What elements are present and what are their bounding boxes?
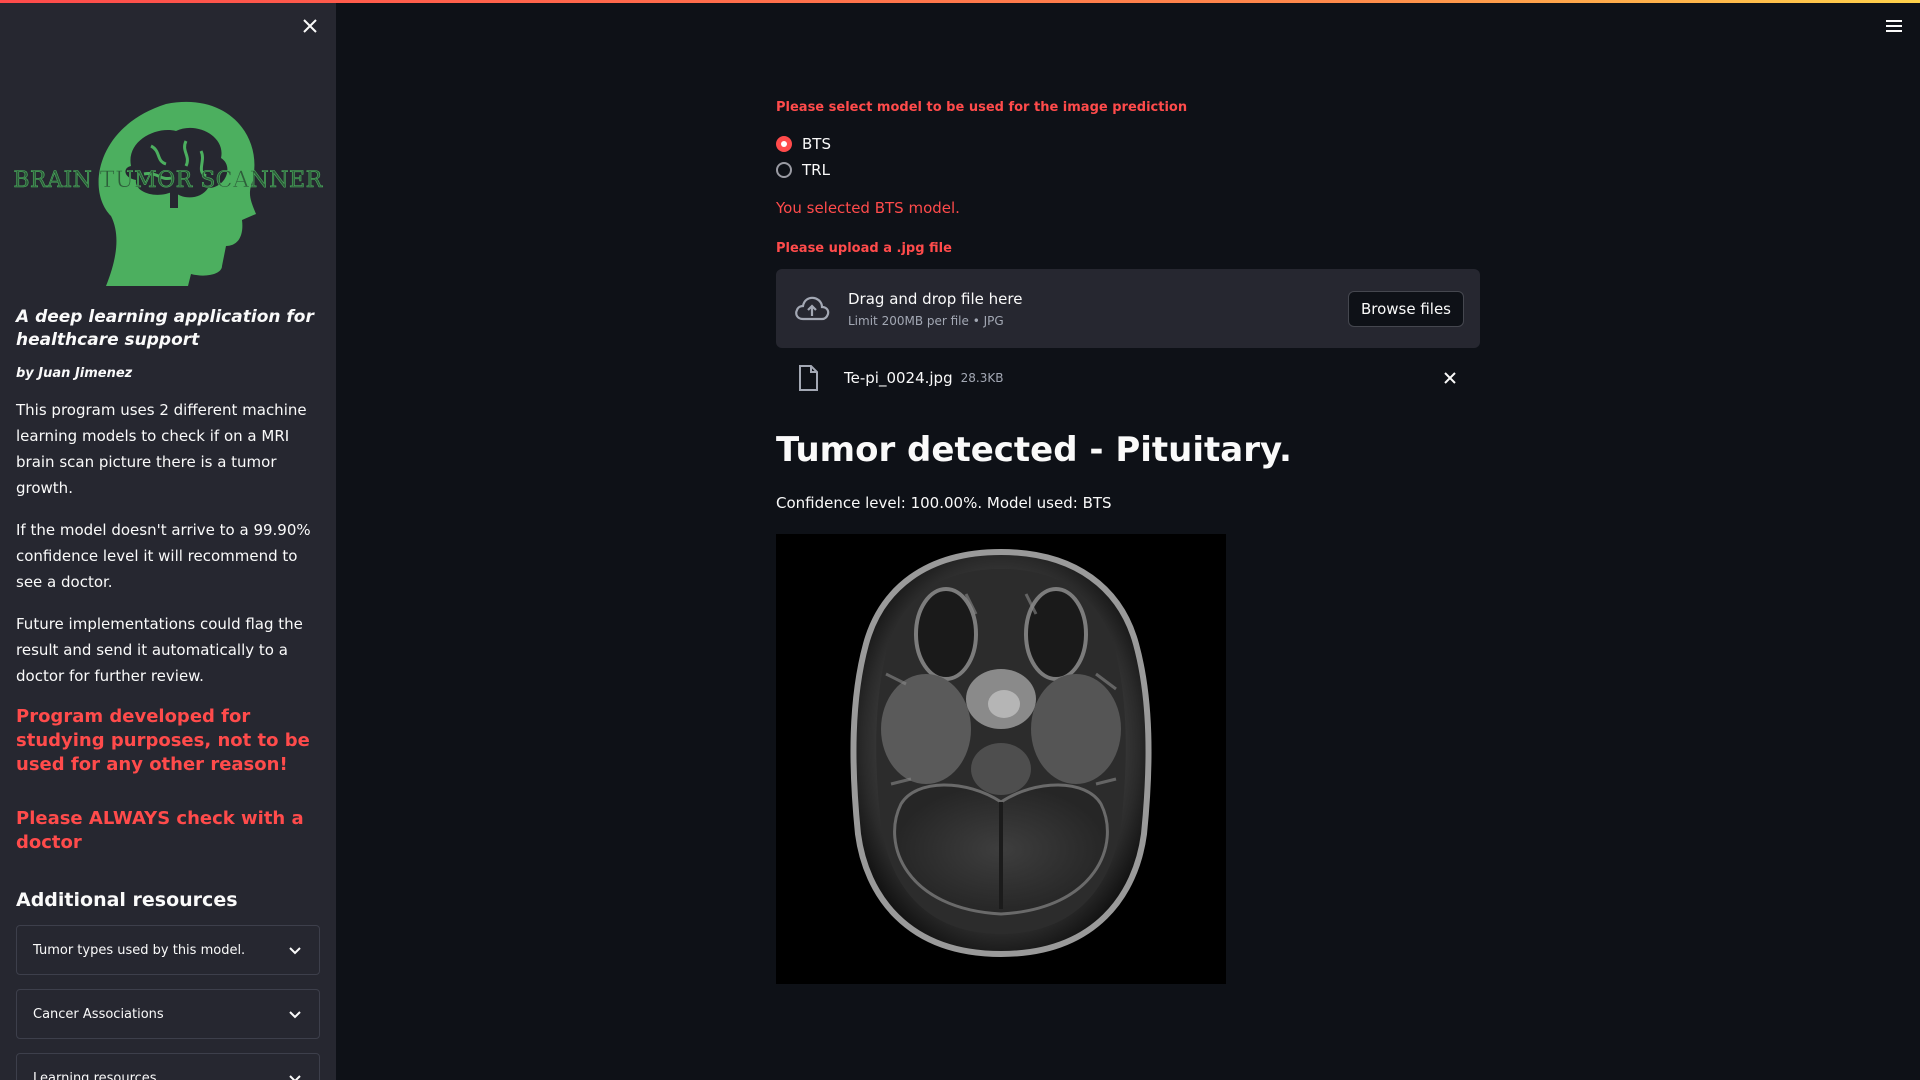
expander-label: Learning resources	[33, 1070, 157, 1080]
browse-files-button[interactable]: Browse files	[1347, 290, 1464, 327]
file-icon	[799, 365, 818, 391]
chevron-down-icon	[289, 1011, 301, 1019]
confidence-level-text: Confidence level: 100.00%. Model used: B…	[776, 494, 1112, 512]
model-select-label: Please select model to be used for the i…	[776, 100, 1188, 115]
additional-resources-heading: Additional resources	[16, 889, 238, 911]
mri-scan-image	[776, 534, 1226, 984]
radio-label: TRL	[802, 161, 830, 179]
uploaded-file-name: Te-pi_0024.jpg	[844, 369, 953, 387]
close-icon	[303, 19, 317, 33]
uploaded-file-size: 28.3KB	[960, 371, 1004, 385]
prediction-result-heading: Tumor detected - Pituitary.	[776, 430, 1292, 470]
upload-label: Please upload a .jpg file	[776, 241, 952, 256]
close-icon	[1444, 372, 1456, 384]
chevron-down-icon	[289, 947, 301, 955]
selected-model-message: You selected BTS model.	[776, 199, 960, 217]
description-paragraph: This program uses 2 different machine le…	[16, 401, 307, 497]
remove-file-button[interactable]	[1440, 368, 1460, 388]
check-doctor-warning: Please ALWAYS check with a doctor	[16, 808, 304, 853]
study-purposes-warning: Program developed for studying purposes,…	[16, 706, 310, 775]
expander-label: Cancer Associations	[33, 1006, 164, 1022]
model-radio-group: BTS TRL	[776, 131, 831, 183]
radio-label: BTS	[802, 135, 831, 153]
radio-selected-indicator	[776, 136, 792, 152]
logo-text: BRAIN TUMOR SCANNER	[13, 168, 323, 194]
top-decoration-bar	[0, 0, 1920, 3]
radio-unselected-indicator	[776, 162, 792, 178]
author-byline: by Juan Jimenez	[16, 366, 133, 381]
future-implementations-paragraph: Future implementations could flag the re…	[16, 615, 303, 685]
app-tagline: A deep learning application for healthca…	[16, 307, 314, 350]
dropzone-limit: Limit 200MB per file • JPG	[848, 313, 1004, 328]
hamburger-menu-icon	[1886, 20, 1902, 32]
expander-cancer-associations[interactable]: Cancer Associations	[16, 989, 320, 1039]
close-sidebar-button[interactable]	[298, 14, 322, 38]
expander-learning-resources[interactable]: Learning resources	[16, 1053, 320, 1080]
expander-label: Tumor types used by this model.	[33, 942, 246, 958]
radio-option-bts[interactable]: BTS	[776, 131, 831, 157]
file-dropzone[interactable]: Drag and drop file here Limit 200MB per …	[776, 269, 1480, 348]
expander-tumor-types[interactable]: Tumor types used by this model.	[16, 925, 320, 975]
radio-option-trl[interactable]: TRL	[776, 157, 831, 183]
sidebar: BRAIN TUMOR SCANNER A deep learning appl…	[0, 0, 336, 1080]
main-menu-button[interactable]	[1882, 14, 1906, 38]
dropzone-title: Drag and drop file here	[848, 289, 1023, 308]
uploaded-file-row: Te-pi_0024.jpg 28.3KB	[776, 360, 1480, 396]
cloud-upload-icon	[795, 296, 830, 320]
chevron-down-icon	[289, 1075, 301, 1080]
confidence-note-paragraph: If the model doesn't arrive to a 99.90% …	[16, 521, 311, 591]
